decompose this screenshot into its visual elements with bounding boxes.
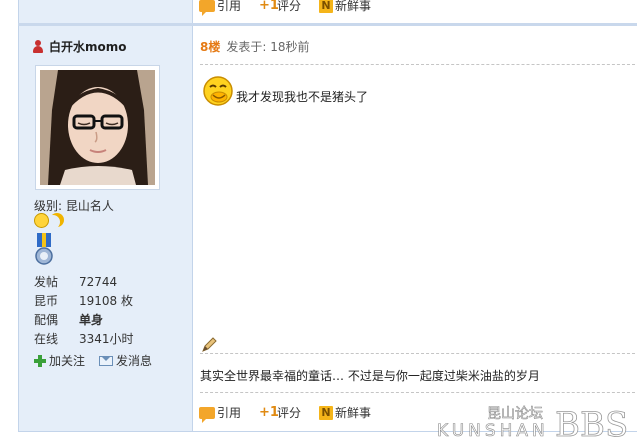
quote-button[interactable]: 引用	[199, 404, 242, 423]
news-label: 新鲜事	[335, 406, 372, 420]
quote-label: 引用	[217, 406, 242, 420]
giggle-emoji-icon	[203, 76, 233, 106]
news-button[interactable]: N 新鲜事	[319, 404, 371, 421]
news-icon: N	[319, 405, 334, 420]
level-icons	[34, 213, 64, 228]
sun-icon	[34, 213, 49, 228]
moon-icon	[50, 213, 64, 227]
follow-label: 加关注	[49, 354, 86, 368]
plus-one-icon: +1	[259, 405, 279, 420]
header-divider	[200, 64, 635, 65]
stat-value: 3341小时	[79, 332, 134, 346]
user-icon	[33, 40, 43, 53]
plus-icon	[34, 354, 46, 367]
quote-button[interactable]: 引用	[199, 0, 242, 16]
stat-row-spouse: 配偶 单身	[34, 310, 134, 329]
stat-label: 昆币	[34, 294, 59, 308]
stat-label: 发帖	[34, 275, 59, 289]
post-separator	[18, 23, 637, 26]
watermark-en: KUNSHAN	[437, 421, 549, 441]
avatar[interactable]	[35, 65, 160, 190]
quote-icon	[199, 406, 215, 423]
message-label: 发消息	[116, 354, 153, 368]
user-actions: 加关注 发消息	[34, 352, 152, 369]
quote-icon	[199, 0, 215, 16]
stat-row-posts: 发帖 72744	[34, 272, 134, 291]
post-body: 我才发现我也不是猪头了	[202, 75, 368, 107]
user-level: 级别: 昆山名人	[34, 197, 114, 214]
plus-one-icon: +1	[259, 0, 279, 13]
quote-label: 引用	[217, 0, 242, 13]
stat-label: 在线	[34, 332, 59, 346]
envelope-icon	[99, 355, 114, 366]
rate-label: 评分	[277, 406, 302, 420]
post-header: 8楼 发表于: 18秒前	[200, 38, 310, 55]
medal-icon	[35, 233, 53, 265]
rate-label: 评分	[277, 0, 302, 13]
post-text: 我才发现我也不是猪头了	[236, 90, 369, 104]
pencil-icon	[202, 337, 217, 352]
username-row: 白开水momo	[33, 38, 127, 55]
signature-text: 其实全世界最幸福的童话… 不过是与你一起度过柴米油盐的岁月	[200, 369, 540, 383]
stat-value: 单身	[79, 313, 104, 327]
signature-divider	[200, 353, 635, 354]
watermark-bbs: BBS	[555, 405, 628, 442]
stat-value: 72744	[79, 274, 118, 289]
stat-row-online: 在线 3341小时	[34, 329, 134, 348]
stat-row-coins: 昆币 19108 枚	[34, 291, 134, 310]
news-label: 新鲜事	[335, 0, 372, 13]
stat-value: 19108 枚	[79, 294, 133, 308]
watermark-cn: 昆山论坛	[487, 406, 543, 422]
prev-post-actions: 引用 +1 评分 N 新鲜事	[199, 0, 371, 16]
stat-label: 配偶	[34, 313, 59, 327]
message-button[interactable]: 发消息	[99, 352, 152, 369]
rate-button[interactable]: +1 评分	[259, 0, 301, 14]
post-actions: 引用 +1 评分 N 新鲜事	[199, 404, 371, 423]
level-label: 级别:	[34, 199, 63, 213]
actions-divider	[200, 392, 635, 393]
avatar-photo	[40, 70, 155, 185]
floor-number[interactable]: 8楼	[200, 38, 220, 55]
kunshan-bbs-watermark: 昆山论坛 KUNSHAN BBS	[437, 405, 629, 442]
rate-button[interactable]: +1 评分	[259, 404, 301, 421]
post-time: 发表于: 18秒前	[226, 40, 310, 54]
news-icon: N	[319, 0, 334, 13]
level-value: 昆山名人	[65, 199, 114, 213]
follow-button[interactable]: 加关注	[34, 352, 85, 369]
username[interactable]: 白开水momo	[49, 38, 127, 55]
user-stats: 发帖 72744 昆币 19108 枚 配偶 单身 在线 3341小时	[34, 272, 134, 348]
news-button[interactable]: N 新鲜事	[319, 0, 371, 14]
